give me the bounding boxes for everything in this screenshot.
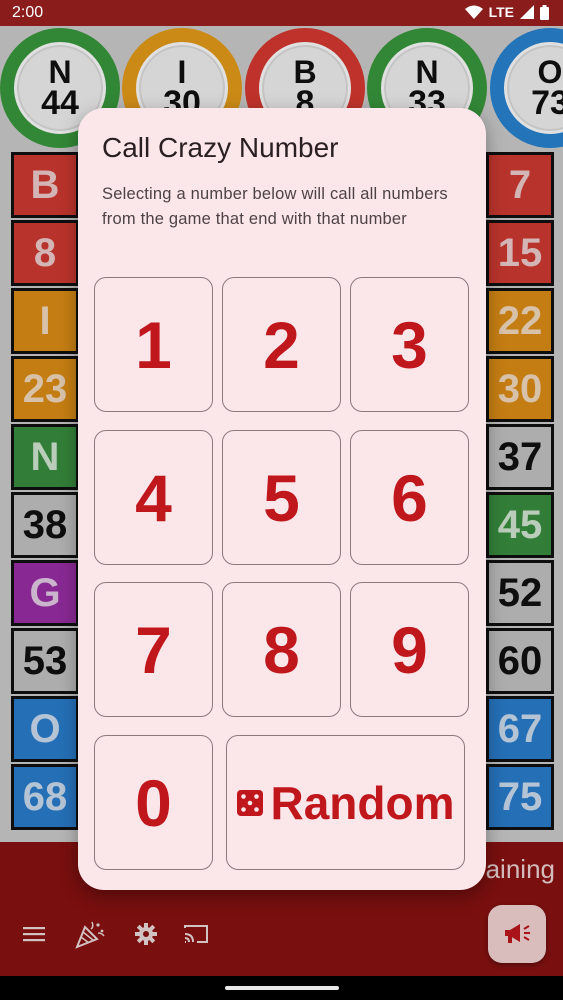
number-key-9[interactable]: 9 [350,582,469,717]
gesture-pill[interactable] [225,986,339,990]
random-button[interactable]: Random [226,735,465,870]
number-key-6[interactable]: 6 [350,430,469,565]
wifi-icon [464,5,483,19]
number-key-3[interactable]: 3 [350,277,469,412]
status-bar: 2:00 LTE [0,0,563,26]
call-crazy-number-dialog: Call Crazy Number Selecting a number bel… [78,108,486,890]
status-time: 2:00 [12,4,44,21]
number-key-2[interactable]: 2 [222,277,341,412]
signal-icon [520,5,534,19]
number-key-5[interactable]: 5 [222,430,341,565]
status-icons: LTE [464,4,549,20]
dialog-title: Call Crazy Number [102,132,339,163]
battery-icon [540,4,549,20]
gesture-navigation-area [0,976,563,1000]
network-label: LTE [488,4,514,20]
dice-icon [236,789,263,816]
dialog-description: Selecting a number below will call all n… [102,185,448,228]
random-label: Random [270,776,455,829]
number-key-4[interactable]: 4 [94,430,213,565]
number-key-1[interactable]: 1 [94,277,213,412]
number-key-7[interactable]: 7 [94,582,213,717]
number-key-8[interactable]: 8 [222,582,341,717]
number-key-0[interactable]: 0 [94,735,213,870]
